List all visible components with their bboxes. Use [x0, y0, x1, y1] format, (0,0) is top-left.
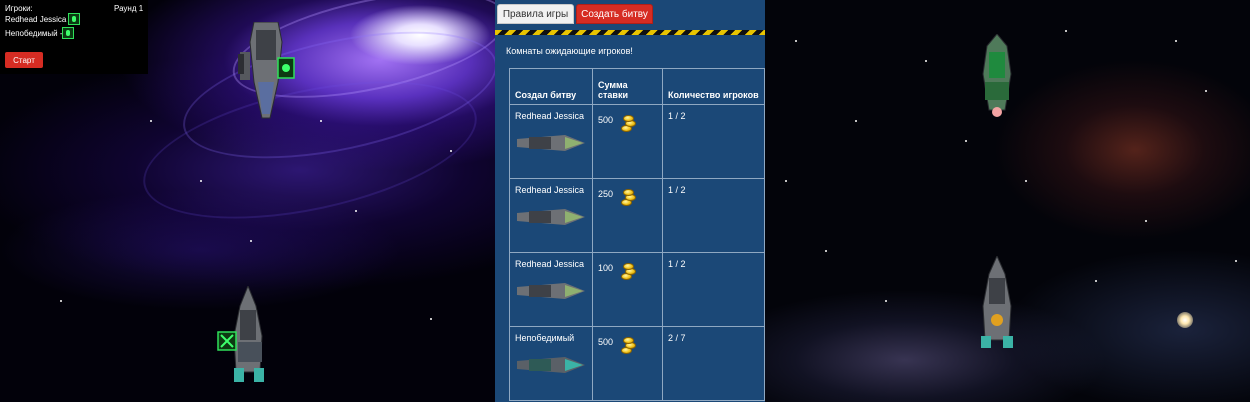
enemy-ship	[238, 22, 295, 119]
round-label: Раунд 1	[114, 4, 144, 13]
players-label: Игроки:	[5, 4, 33, 13]
player-name-1: Redhead Jessica -	[5, 15, 72, 24]
hazard-divider	[495, 30, 765, 35]
table-row[interactable]: Непобедимый 500 2 / 7	[509, 326, 765, 401]
player-2-ship-icon	[62, 27, 74, 39]
ship-thumbnail	[517, 209, 585, 225]
table-row[interactable]: Redhead Jessica 500 1 / 2	[509, 104, 765, 179]
rules-button[interactable]: Правила игры	[497, 4, 574, 24]
coins-icon	[619, 115, 637, 133]
players-hud: Игроки: Раунд 1 Redhead Jessica - Непобе…	[0, 0, 148, 74]
rooms-title: Комнаты ожидающие игроков!	[506, 46, 633, 56]
player-ship	[981, 256, 1013, 348]
space-arena	[765, 0, 1250, 402]
room-stake: 250	[598, 189, 614, 199]
room-creator: Redhead Jessica	[515, 185, 585, 195]
enemy-ship	[982, 34, 1012, 117]
room-creator: Непобедимый	[515, 333, 575, 343]
room-stake: 500	[598, 115, 614, 125]
room-creator: Redhead Jessica	[515, 111, 585, 121]
coins-icon	[619, 263, 637, 281]
start-button[interactable]: Старт	[5, 52, 43, 68]
table-header-row: Создал битву Сумма ставки Количество игр…	[509, 68, 765, 105]
room-players: 1 / 2	[661, 252, 765, 327]
ship-thumbnail	[517, 357, 585, 373]
create-battle-button[interactable]: Создать битву	[576, 4, 653, 24]
ship-thumbnail	[517, 135, 585, 151]
header-stake: Сумма ставки	[592, 68, 663, 105]
room-players: 1 / 2	[661, 178, 765, 253]
coins-icon	[619, 189, 637, 207]
room-stake: 500	[598, 337, 614, 347]
room-players: 1 / 2	[661, 104, 765, 179]
table-row[interactable]: Redhead Jessica 100 1 / 2	[509, 252, 765, 327]
table-row[interactable]: Redhead Jessica 250 1 / 2	[509, 178, 765, 253]
room-creator: Redhead Jessica	[515, 259, 585, 269]
header-creator: Создал битву	[509, 68, 593, 105]
room-stake: 100	[598, 263, 614, 273]
rooms-table: Создал битву Сумма ставки Количество игр…	[509, 68, 765, 401]
coins-icon	[619, 337, 637, 355]
battle-arena: Игроки: Раунд 1 Redhead Jessica - Непобе…	[0, 0, 495, 402]
bright-star	[1177, 312, 1193, 328]
header-players: Количество игроков	[661, 68, 765, 105]
player-1-ship-icon	[68, 13, 80, 25]
room-players: 2 / 7	[661, 326, 765, 401]
player-name-2: Непобедимый -	[5, 29, 63, 38]
ship-thumbnail	[517, 283, 585, 299]
player-ship	[217, 286, 264, 382]
game-screen: Игроки: Раунд 1 Redhead Jessica - Непобе…	[0, 0, 1250, 402]
lobby-panel: Правила игры Создать битву Комнаты ожида…	[495, 0, 765, 402]
